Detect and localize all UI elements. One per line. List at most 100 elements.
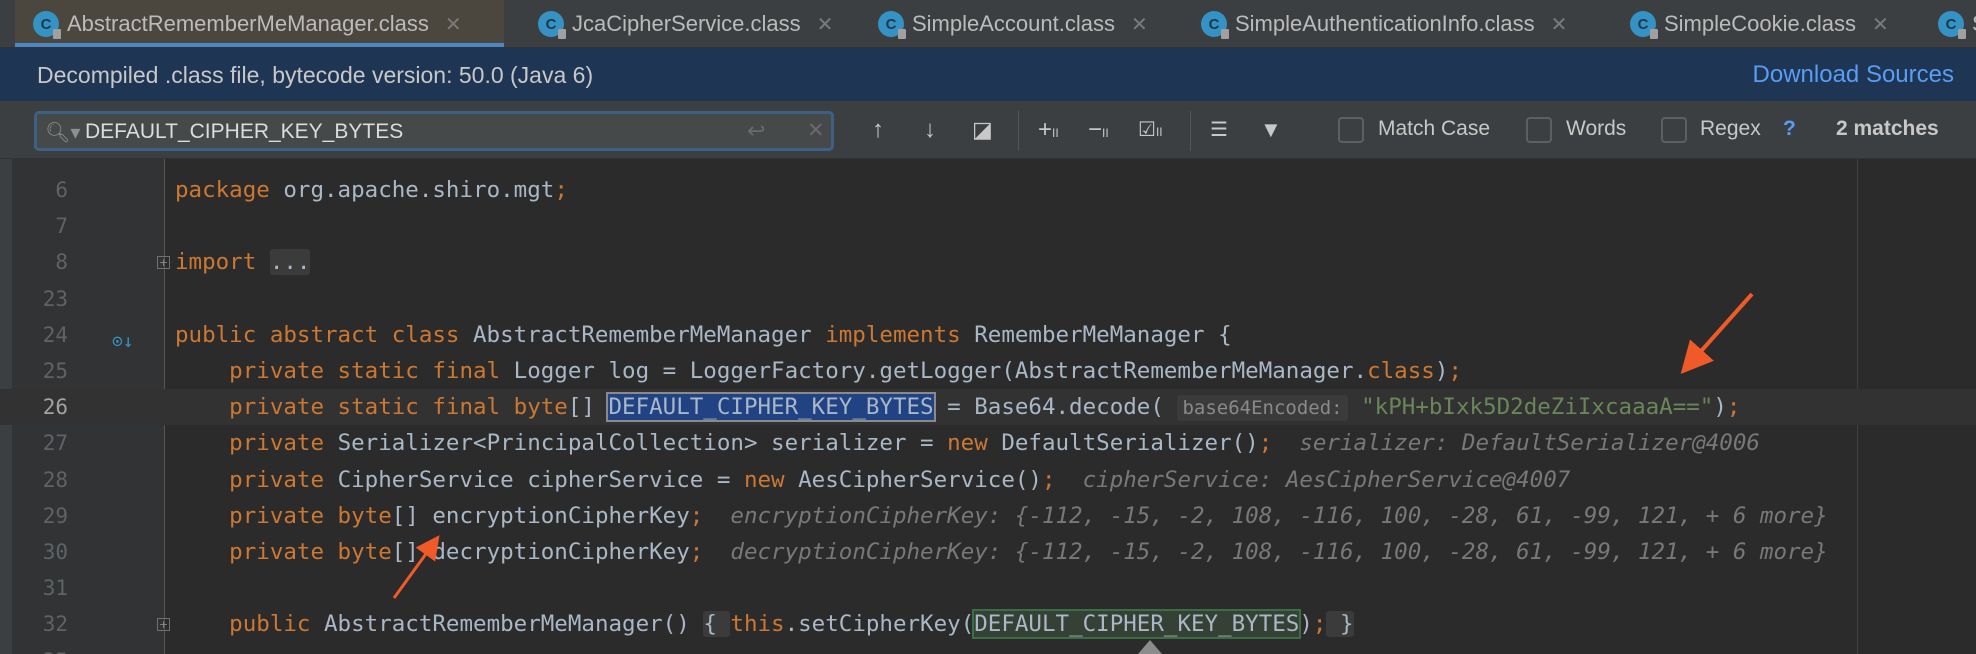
line-number: 24 (42, 322, 68, 347)
match-case-label[interactable]: Match Case (1378, 117, 1490, 141)
line-number: 23 (42, 286, 68, 311)
search-match-selected: DEFAULT_CIPHER_KEY_BYTES (606, 392, 936, 423)
code-text: public AbstractRememberMeManager() { thi… (175, 606, 1354, 642)
keyword-token: ; (1258, 430, 1273, 457)
filter-icon[interactable]: ▼ (1260, 115, 1282, 145)
tab-simplecookie[interactable]: C SimpleCookie.class ✕ (1612, 0, 1905, 47)
code-token: ) (1713, 394, 1727, 421)
code-line[interactable]: 30 private byte[] decryptionCipherKey; d… (0, 534, 1976, 570)
code-text: import ... (175, 244, 311, 280)
keyword-token: private (175, 430, 338, 457)
regex-help-icon[interactable]: ? (1783, 117, 1796, 141)
words-label[interactable]: Words (1566, 117, 1626, 141)
code-line[interactable]: 28 private CipherService cipherService =… (0, 462, 1976, 498)
clear-icon[interactable]: ✕ (807, 118, 825, 143)
editor-tab-bar: C AbstractRememberMeManager.class ✕ C JcaCip… (0, 0, 1976, 48)
keyword-token: public abstract class (175, 321, 474, 348)
line-number: 6 (55, 178, 68, 202)
tab-simpleaccount[interactable]: C SimpleAccount.class ✕ (860, 0, 1170, 47)
folded-code[interactable]: ... (269, 249, 311, 276)
words-checkbox[interactable] (1526, 117, 1552, 143)
keyword-token: private byte (175, 502, 392, 529)
keyword-token: private (175, 466, 338, 493)
tab-s[interactable]: CS (1920, 0, 1976, 47)
code-line[interactable]: 23 (0, 281, 1976, 317)
line-number: 8 (55, 250, 68, 275)
match-count: 2 matches (1836, 117, 1939, 140)
line-number: 31 (42, 576, 68, 601)
next-occurrence-icon[interactable]: ↓ (924, 115, 936, 145)
code-line[interactable]: 25 private static final Logger log = Log… (0, 353, 1976, 389)
code-token: [] decryptionCipherKey (391, 539, 690, 565)
tab-abstractremembermemanager[interactable]: C AbstractRememberMeManager.class ✕ (15, 0, 504, 47)
class-file-icon: C (1201, 11, 1229, 39)
banner-message: Decompiled .class file, bytecode version… (37, 62, 594, 88)
fold-expand-icon[interactable]: + (157, 618, 170, 632)
newline-icon[interactable]: ↩ (747, 118, 765, 144)
code-token: DefaultSerializer() (1001, 430, 1259, 457)
select-occurrences-icon[interactable]: ☑II (1138, 115, 1163, 147)
code-line[interactable]: 32 + public AbstractRememberMeManager() {… (0, 606, 1976, 642)
code-line[interactable]: 27 private Serializer<PrincipalCollectio… (0, 425, 1976, 461)
search-field[interactable]: 🔍︎▾ ↩ ✕ (34, 111, 834, 151)
debug-value-hint: encryptionCipherKey: {-112, -15, -2, 108… (703, 502, 1828, 529)
code-line[interactable]: 7 (0, 208, 1976, 244)
context-icon[interactable]: ☰ (1210, 115, 1228, 145)
search-icon[interactable]: 🔍︎▾ (45, 120, 80, 145)
code-token: [] encryptionCipherKey (391, 502, 690, 529)
code-token: [] (567, 394, 609, 421)
regex-checkbox[interactable] (1661, 117, 1687, 143)
tooltip-pointer (1138, 640, 1162, 654)
code-line[interactable]: 31 (0, 570, 1976, 606)
toolbar-divider (1018, 111, 1019, 151)
code-line[interactable]: 26 private static final byte[] DEFAULT_C… (0, 389, 1976, 426)
keyword-token: new (743, 466, 799, 493)
keyword-token: ; (689, 502, 704, 529)
class-file-icon: C (1630, 11, 1658, 39)
search-input[interactable] (85, 118, 735, 146)
keyword-token: ; (1041, 466, 1056, 493)
folded-code[interactable]: { (703, 611, 731, 638)
keyword-token: private static final byte (175, 394, 568, 421)
keyword-token: ; (1448, 358, 1462, 384)
code-line[interactable]: 29 private byte[] encryptionCipherKey; e… (0, 498, 1976, 534)
tab-label: AbstractRememberMeManager.class (67, 11, 429, 36)
previous-occurrence-icon[interactable]: ↑ (872, 115, 884, 145)
select-all-occurrences-icon[interactable]: ◪ (972, 115, 993, 145)
code-line[interactable]: 35 (0, 643, 1976, 654)
close-tab-icon[interactable]: ✕ (1131, 12, 1148, 37)
fold-expand-icon[interactable]: + (157, 256, 170, 270)
close-tab-icon[interactable]: ✕ (817, 12, 834, 37)
keyword-token: private static final (175, 358, 514, 384)
close-tab-icon[interactable]: ✕ (445, 12, 462, 37)
download-sources-link[interactable]: Download Sources (1753, 61, 1954, 89)
code-token: AbstractRememberMeManager() (324, 611, 704, 638)
class-file-icon: C (1938, 11, 1966, 39)
folded-code[interactable]: } (1326, 611, 1354, 638)
code-line[interactable]: 8 + import ... (0, 244, 1976, 280)
class-file-icon: C (33, 11, 61, 39)
code-line[interactable]: 24 ⊙↓ public abstract class AbstractRememb… (0, 317, 1976, 353)
line-number: 35 (8, 643, 68, 654)
code-token: CipherService cipherService = (337, 466, 744, 493)
toolbar-divider (1190, 111, 1191, 151)
code-editor[interactable]: 6 package org.apache.shiro.mgt; 7 8 + import … (0, 159, 1976, 654)
close-tab-icon[interactable]: ✕ (1872, 12, 1889, 37)
class-file-icon: C (878, 11, 906, 39)
remove-occurrence-icon[interactable]: −II (1088, 115, 1109, 148)
code-text: private static final Logger log = Logger… (175, 353, 1462, 389)
tab-jcacipherservice[interactable]: C JcaCipherService.class ✕ (520, 0, 850, 47)
code-text: private Serializer<PrincipalCollection> … (175, 425, 1760, 461)
add-occurrence-icon[interactable]: +II (1038, 115, 1059, 148)
regex-label[interactable]: Regex (1700, 117, 1761, 141)
code-token: RememberMeManager { (974, 321, 1232, 348)
tab-simpleauthenticationinfo[interactable]: C SimpleAuthenticationInfo.class ✕ (1183, 0, 1596, 47)
keyword-token: ; (554, 177, 568, 203)
keyword-token: class (1367, 358, 1435, 384)
tab-label: S (1972, 11, 1976, 37)
code-line[interactable]: 6 package org.apache.shiro.mgt; (0, 172, 1976, 208)
close-tab-icon[interactable]: ✕ (1551, 12, 1568, 37)
line-number: 32 (42, 612, 68, 637)
code-token: AbstractRememberMeManager (473, 321, 826, 348)
match-case-checkbox[interactable] (1338, 117, 1364, 143)
